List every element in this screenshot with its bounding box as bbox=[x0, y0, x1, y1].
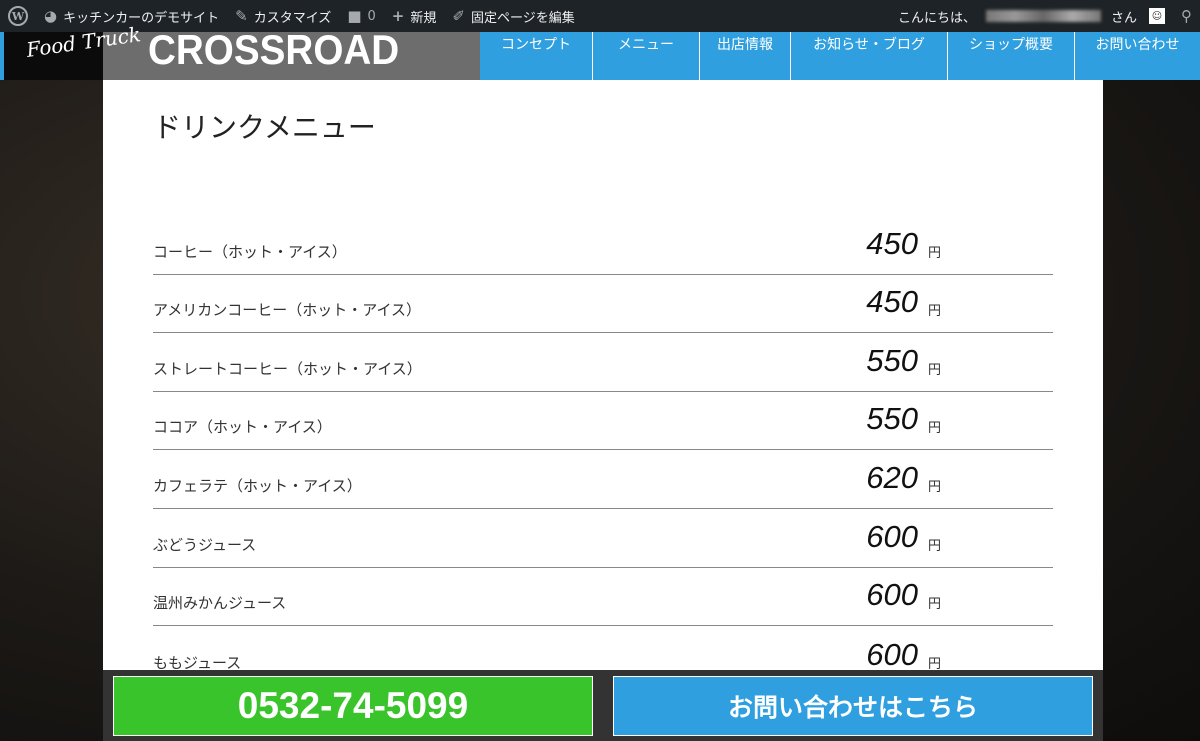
item-price: 450 bbox=[866, 225, 918, 261]
account-menu[interactable]: こんにちは、 さん ☺ bbox=[890, 0, 1173, 32]
item-name: アメリカンコーヒー（ホット・アイス） bbox=[153, 301, 422, 320]
item-price: 550 bbox=[866, 401, 918, 437]
site-header: Food Truck CROSSROAD コンセプト メニュー 出店情報 お知ら… bbox=[0, 22, 1200, 80]
search-button[interactable]: ⚲ bbox=[1173, 0, 1200, 32]
menu-item: ココア（ホット・アイス） 550 円 bbox=[153, 392, 1053, 451]
price-unit: 円 bbox=[927, 245, 941, 261]
page-title: ドリンクメニュー bbox=[153, 111, 376, 144]
nav-concept[interactable]: コンセプト bbox=[480, 32, 593, 80]
comment-icon: ■ bbox=[347, 7, 362, 25]
menu-item: カフェラテ（ホット・アイス） 620 円 bbox=[153, 450, 1053, 509]
contact-button[interactable]: お問い合わせはこちら bbox=[613, 676, 1093, 736]
price-unit: 円 bbox=[927, 597, 941, 613]
menu-item: コーヒー（ホット・アイス） 450 円 bbox=[153, 216, 1053, 275]
item-name: カフェラテ（ホット・アイス） bbox=[153, 476, 362, 495]
item-name: ストレートコーヒー（ホット・アイス） bbox=[153, 359, 422, 378]
item-price: 620 bbox=[866, 459, 918, 495]
item-price: 450 bbox=[866, 284, 918, 320]
nav-locations[interactable]: 出店情報 bbox=[700, 32, 791, 80]
price-unit: 円 bbox=[927, 421, 941, 437]
price-unit: 円 bbox=[927, 656, 941, 672]
customize-label: カスタマイズ bbox=[253, 10, 332, 26]
brush-icon: ✎ bbox=[235, 7, 248, 25]
item-price: 600 bbox=[866, 636, 918, 672]
edit-page-link[interactable]: ✐ 固定ページを編集 bbox=[444, 0, 582, 32]
nav-shop-info[interactable]: ショップ概要 bbox=[948, 32, 1075, 80]
item-price: 550 bbox=[866, 342, 918, 378]
comment-count: 0 bbox=[367, 8, 376, 24]
wordpress-icon: W bbox=[8, 6, 28, 26]
item-price: 600 bbox=[866, 577, 918, 613]
menu-item: ぶどうジュース 600 円 bbox=[153, 509, 1053, 568]
dashboard-icon: ◕ bbox=[44, 7, 58, 25]
content-panel: ドリンクメニュー コーヒー（ホット・アイス） 450 円アメリカンコーヒー（ホット・… bbox=[103, 80, 1103, 672]
footer-cta-bar: 0532-74-5099 お問い合わせはこちら bbox=[103, 670, 1103, 741]
price-unit: 円 bbox=[927, 538, 941, 554]
price-unit: 円 bbox=[927, 479, 941, 495]
item-name: ココア（ホット・アイス） bbox=[153, 418, 332, 437]
edit-label: 固定ページを編集 bbox=[470, 10, 575, 26]
site-name: キッチンカーのデモサイト bbox=[63, 10, 220, 26]
main-nav: コンセプト メニュー 出店情報 お知らせ・ブログ ショップ概要 お問い合わせ bbox=[480, 32, 1200, 80]
pencil-icon: ✐ bbox=[452, 7, 465, 25]
phone-button[interactable]: 0532-74-5099 bbox=[113, 676, 593, 736]
search-icon: ⚲ bbox=[1181, 7, 1192, 25]
nav-news-blog[interactable]: お知らせ・ブログ bbox=[791, 32, 948, 80]
site-logo[interactable]: CROSSROAD bbox=[148, 26, 399, 74]
menu-item: 温州みかんジュース 600 円 bbox=[153, 568, 1053, 627]
menu-item: ストレートコーヒー（ホット・アイス） 550 円 bbox=[153, 333, 1053, 392]
drink-menu-list: コーヒー（ホット・アイス） 450 円アメリカンコーヒー（ホット・アイス） 450 円ス… bbox=[153, 216, 1053, 685]
blurred-username bbox=[985, 10, 1101, 22]
new-label: 新規 bbox=[410, 10, 437, 26]
avatar: ☺ bbox=[1149, 8, 1165, 24]
plus-icon: + bbox=[391, 7, 405, 25]
item-name: 温州みかんジュース bbox=[153, 594, 287, 613]
item-name: コーヒー（ホット・アイス） bbox=[153, 242, 347, 261]
item-name: ぶどうジュース bbox=[153, 535, 257, 554]
wp-logo-button[interactable]: W bbox=[0, 0, 36, 32]
price-unit: 円 bbox=[927, 362, 941, 378]
nav-contact[interactable]: お問い合わせ bbox=[1075, 32, 1200, 80]
greeting-suffix: さん bbox=[1110, 10, 1137, 26]
nav-menu[interactable]: メニュー bbox=[593, 32, 700, 80]
price-unit: 円 bbox=[927, 304, 941, 320]
menu-item: アメリカンコーヒー（ホット・アイス） 450 円 bbox=[153, 275, 1053, 334]
item-price: 600 bbox=[866, 518, 918, 554]
greeting: こんにちは、 bbox=[897, 10, 976, 26]
